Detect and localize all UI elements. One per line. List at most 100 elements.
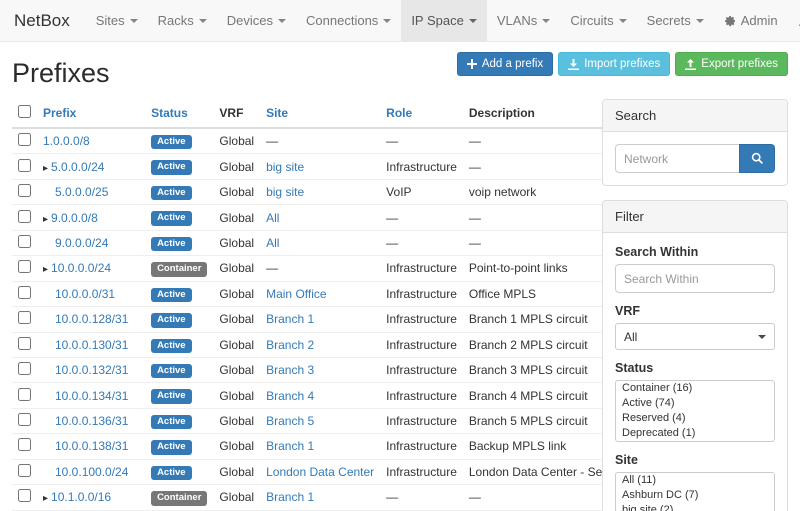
row-checkbox[interactable] (18, 260, 31, 273)
select-all-checkbox[interactable] (18, 105, 31, 118)
site-filter-list[interactable]: All (11)Ashburn DC (7)big site (2)Branch… (615, 472, 775, 511)
prefix-link[interactable]: 10.0.0.128/31 (55, 312, 128, 326)
import-prefixes-button[interactable]: Import prefixes (558, 52, 670, 76)
site-link[interactable]: big site (266, 185, 304, 199)
column-header-status[interactable]: Status (145, 99, 213, 128)
prefix-wrap: 10.0.0.130/31 (43, 338, 128, 352)
search-within-input[interactable] (615, 264, 775, 293)
prefix-link[interactable]: 1.0.0.0/8 (43, 134, 90, 148)
status-option[interactable]: Deprecated (1) (616, 426, 774, 441)
column-header-vrf: VRF (213, 99, 260, 128)
column-header-site[interactable]: Site (260, 99, 380, 128)
prefix-link[interactable]: 9.0.0.0/8 (51, 211, 98, 225)
row-select-cell (12, 485, 37, 510)
vrf-cell: Global (213, 256, 260, 281)
prefix-link[interactable]: 10.1.0.0/16 (51, 490, 111, 504)
site-option[interactable]: All (11) (616, 473, 774, 488)
nav-item-admin[interactable]: Admin (714, 0, 788, 41)
row-checkbox[interactable] (18, 413, 31, 426)
table-row: 10.0.0.130/31ActiveGlobalBranch 2Infrast… (12, 332, 676, 357)
status-option[interactable]: Container (16) (616, 381, 774, 396)
prefix-link[interactable]: 10.0.0.136/31 (55, 414, 128, 428)
row-checkbox[interactable] (18, 388, 31, 401)
table-row: ▸9.0.0.0/8ActiveGlobalAll—— (12, 205, 676, 230)
status-option[interactable]: Reserved (4) (616, 411, 774, 426)
site-link[interactable]: Branch 4 (266, 389, 314, 403)
search-button[interactable] (739, 144, 775, 173)
role-cell: — (380, 230, 463, 255)
vrf-cell: Global (213, 205, 260, 230)
nav-item-circuits[interactable]: Circuits (560, 0, 636, 41)
prefix-link[interactable]: 10.0.0.130/31 (55, 338, 128, 352)
nav-item-profile[interactable]: Profile (788, 0, 800, 41)
button-label: Import prefixes (584, 58, 660, 70)
status-cell: Active (145, 408, 213, 433)
prefix-link[interactable]: 9.0.0.0/24 (55, 236, 108, 250)
nav-item-secrets[interactable]: Secrets (637, 0, 714, 41)
row-checkbox[interactable] (18, 311, 31, 324)
status-badge: Active (151, 313, 192, 327)
table-row: 9.0.0.0/24ActiveGlobalAll—— (12, 230, 676, 255)
nav-item-connections[interactable]: Connections (296, 0, 401, 41)
prefix-link[interactable]: 5.0.0.0/25 (55, 185, 108, 199)
prefix-link[interactable]: 10.0.0.0/31 (55, 287, 115, 301)
site-link[interactable]: big site (266, 160, 304, 174)
site-option[interactable]: big site (2) (616, 503, 774, 511)
button-label: Add a prefix (482, 58, 543, 70)
row-checkbox[interactable] (18, 184, 31, 197)
table-row: 10.0.0.134/31ActiveGlobalBranch 4Infrast… (12, 383, 676, 408)
nav-item-devices[interactable]: Devices (217, 0, 296, 41)
site-cell: Branch 3 (260, 357, 380, 382)
chevron-down-icon (542, 19, 550, 23)
nav-item-ip-space[interactable]: IP Space (401, 0, 487, 41)
row-checkbox[interactable] (18, 210, 31, 223)
vrf-select[interactable]: All (615, 323, 775, 350)
prefix-link[interactable]: 10.0.100.0/24 (55, 465, 128, 479)
site-link[interactable]: Main Office (266, 287, 326, 301)
site-link[interactable]: Branch 1 (266, 490, 314, 504)
status-filter-list[interactable]: Container (16)Active (74)Reserved (4)Dep… (615, 380, 775, 442)
row-checkbox[interactable] (18, 286, 31, 299)
prefix-link[interactable]: 10.0.0.0/24 (51, 261, 111, 275)
prefix-link[interactable]: 10.0.0.134/31 (55, 389, 128, 403)
site-link[interactable]: Branch 3 (266, 363, 314, 377)
row-checkbox[interactable] (18, 159, 31, 172)
prefix-cell: 1.0.0.0/8 (37, 128, 145, 154)
site-link[interactable]: London Data Center (266, 465, 374, 479)
brand[interactable]: NetBox (14, 0, 70, 41)
site-link[interactable]: Branch 1 (266, 312, 314, 326)
prefix-link[interactable]: 10.0.0.138/31 (55, 439, 128, 453)
row-select-cell (12, 205, 37, 230)
site-option[interactable]: Ashburn DC (7) (616, 488, 774, 503)
search-panel-title: Search (603, 100, 787, 132)
prefix-link[interactable]: 10.0.0.132/31 (55, 363, 128, 377)
row-select-cell (12, 128, 37, 154)
row-checkbox[interactable] (18, 438, 31, 451)
row-checkbox[interactable] (18, 362, 31, 375)
prefix-link[interactable]: 5.0.0.0/24 (51, 160, 104, 174)
row-select-cell (12, 434, 37, 459)
site-link[interactable]: Branch 2 (266, 338, 314, 352)
nav-item-sites[interactable]: Sites (86, 0, 148, 41)
site-link[interactable]: All (266, 211, 279, 225)
status-option[interactable]: Active (74) (616, 396, 774, 411)
nav-item-label: Racks (158, 13, 194, 28)
add-prefix-button[interactable]: Add a prefix (457, 52, 553, 76)
search-input[interactable] (615, 144, 739, 173)
prefix-wrap: 10.0.0.134/31 (43, 389, 128, 403)
export-prefixes-button[interactable]: Export prefixes (675, 52, 788, 76)
row-checkbox[interactable] (18, 464, 31, 477)
site-link[interactable]: Branch 5 (266, 414, 314, 428)
site-link[interactable]: Branch 1 (266, 439, 314, 453)
row-checkbox[interactable] (18, 235, 31, 248)
row-checkbox[interactable] (18, 133, 31, 146)
prefix-wrap: ▸9.0.0.0/8 (43, 211, 98, 225)
column-header-prefix[interactable]: Prefix (37, 99, 145, 128)
row-checkbox[interactable] (18, 489, 31, 502)
nav-item-vlans[interactable]: VLANs (487, 0, 560, 41)
nav-item-racks[interactable]: Racks (148, 0, 217, 41)
site-link[interactable]: All (266, 236, 279, 250)
column-header-role[interactable]: Role (380, 99, 463, 128)
row-checkbox[interactable] (18, 337, 31, 350)
chevron-down-icon (130, 19, 138, 23)
